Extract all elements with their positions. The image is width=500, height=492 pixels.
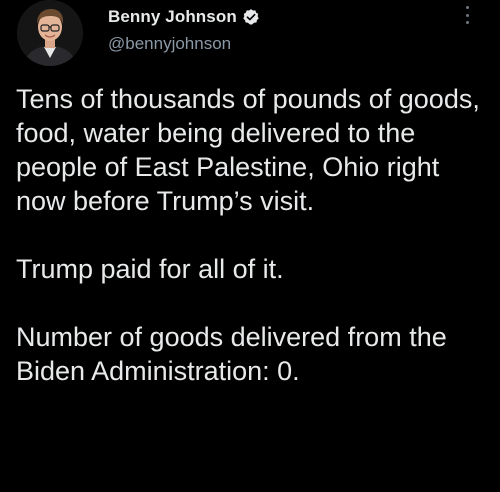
tweet-text: Tens of thousands of pounds of goods, fo… — [16, 82, 486, 388]
avatar[interactable] — [17, 0, 83, 66]
tweet-paragraph-3: Number of goods delivered from the Biden… — [16, 322, 447, 386]
author-display-name[interactable]: Benny Johnson — [108, 7, 237, 27]
more-vertical-icon[interactable] — [462, 4, 472, 26]
tweet: Benny Johnson @bennyjohnson Tens of thou… — [0, 0, 500, 492]
tweet-paragraph-1: Tens of thousands of pounds of goods, fo… — [16, 84, 480, 216]
author-handle[interactable]: @bennyjohnson — [108, 34, 231, 54]
verified-badge-icon — [242, 8, 260, 26]
author-name-row[interactable]: Benny Johnson — [108, 6, 260, 28]
profile-photo-icon — [17, 0, 83, 66]
tweet-paragraph-2: Trump paid for all of it. — [16, 254, 284, 284]
